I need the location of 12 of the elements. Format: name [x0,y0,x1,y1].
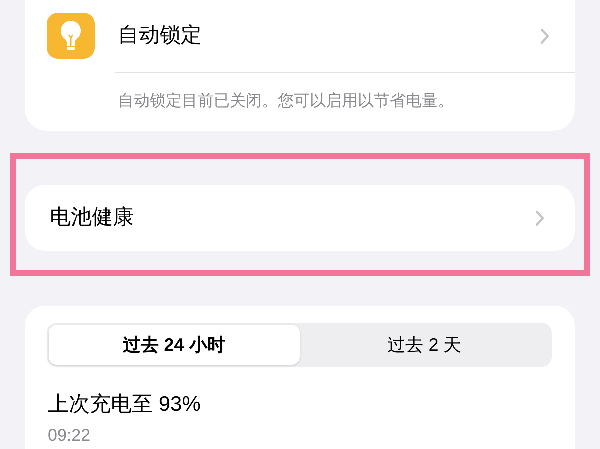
battery-health-label: 电池健康 [50,205,135,232]
last-charge-time: 09:22 [48,424,92,446]
lightbulb-icon [47,13,95,59]
last-charge-label: 上次充电至 93% [48,392,202,418]
battery-health-row[interactable]: 电池健康 [25,185,575,251]
auto-lock-footnote: 自动锁定目前已关闭。您可以启用以节省电量。 [118,92,454,112]
auto-lock-label: 自动锁定 [118,23,203,50]
chevron-icon [535,210,545,226]
segment-tab[interactable]: 过去 2 天 [300,325,550,365]
auto-lock-row[interactable]: 自动锁定 [25,0,575,72]
segment-tab[interactable]: 过去 24 小时 [49,325,300,365]
chevron-icon [540,28,550,44]
